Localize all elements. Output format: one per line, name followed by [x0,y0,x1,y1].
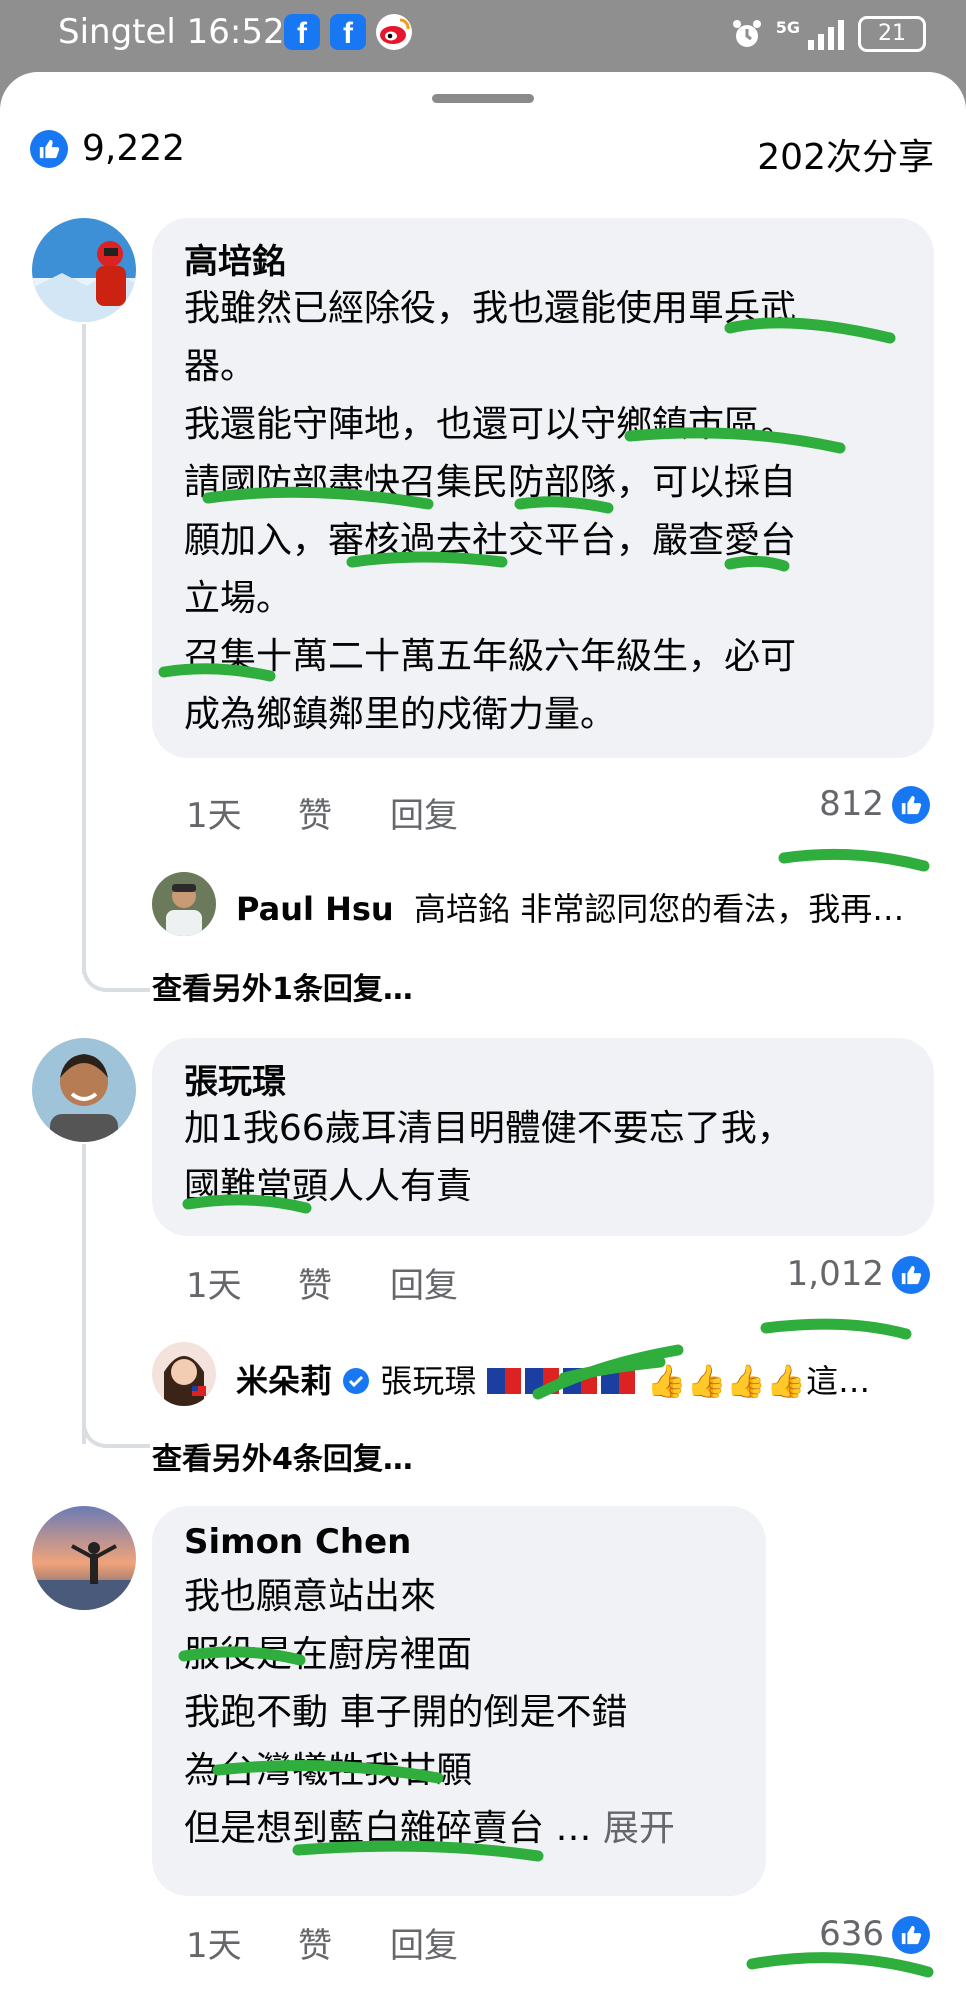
reply-button[interactable]: 回复 [390,1258,458,1307]
shares-count[interactable]: 202次分享 [757,128,934,180]
signal-icon [808,20,844,50]
comment-text: 我也願意站出來 服役是在廚房裡面 我跑不動 車子開的倒是不錯 為台灣犧牲我甘願 … [184,1568,764,1858]
verified-badge-icon [343,1368,370,1394]
comment-author[interactable]: 高培銘 [184,234,286,283]
reply-button[interactable]: 回复 [390,1918,458,1967]
reply-preview[interactable]: 米朵莉 張玩璟 👍👍👍👍這… [236,1356,926,1402]
facebook-icon: f [330,14,366,50]
comment-time: 1天 [186,796,242,836]
view-more-replies[interactable]: 查看另外1条回复… [152,964,413,1008]
comment-likes[interactable]: 1,012 [760,1254,884,1294]
reply-target[interactable]: 張玩璟 [380,1362,476,1400]
comment-text: 我雖然已經除役，我也還能使用單兵武 器。 我還能守陣地，也還可以守鄉鎮市區。 請… [184,288,797,735]
battery-indicator: 21 [858,16,926,52]
weibo-icon [376,14,412,50]
avatar[interactable] [32,1038,136,1142]
reply-preview[interactable]: Paul Hsu 高培銘 非常認同您的看法，我再… [236,884,926,930]
like-button[interactable]: 赞 [298,788,332,837]
comment-time: 1天 [186,1926,242,1966]
status-right: 5G 21 [730,14,926,54]
reply-text: 👍👍👍👍這… [646,1362,871,1400]
like-button[interactable]: 赞 [298,1918,332,1967]
comment-bubble: 張玩璟 加1我66歲耳清目明體健不要忘了我， 國難當頭人人有責 [152,1038,934,1236]
like-icon [892,1256,930,1294]
status-bar: Singtel 16:52 f f 5G 21 [0,0,966,70]
network-label: 5G [775,17,800,37]
avatar[interactable] [152,872,216,936]
thread-line [82,902,150,992]
reply-author[interactable]: Paul Hsu [236,890,394,928]
like-button[interactable]: 赞 [298,1258,332,1307]
view-more-replies[interactable]: 查看另外4条回复… [152,1434,413,1478]
drag-handle[interactable] [432,94,534,103]
avatar[interactable] [32,218,136,322]
total-likes[interactable]: 9,222 [82,128,185,169]
comment-body: 我也願意站出來 服役是在廚房裡面 我跑不動 車子開的倒是不錯 為台灣犧牲我甘願 … [184,1576,628,1849]
comment-author[interactable]: 張玩璟 [184,1054,286,1103]
reply-button[interactable]: 回复 [390,788,458,837]
thread-line [82,324,86,974]
comment-time: 1天 [186,1266,242,1306]
comment-likes[interactable]: 812 [760,784,884,824]
like-icon [892,1916,930,1954]
flag-emoji-icon [486,1368,637,1394]
reply-author[interactable]: 米朵莉 [236,1362,332,1400]
expand-link[interactable]: 展开 [603,1808,675,1849]
like-icon [892,786,930,824]
carrier-time: Singtel 16:52 [58,12,285,52]
thread-line [82,1372,150,1448]
comment-text: 加1我66歲耳清目明體健不要忘了我， 國難當頭人人有責 [184,1108,793,1207]
alarm-icon [732,20,761,47]
comment-likes[interactable]: 636 [760,1914,884,1954]
comments-sheet: 9,222 202次分享 高培銘 我雖然已經除役，我也還能使用單兵武 器。 我還… [0,72,966,2008]
comment-author[interactable]: Simon Chen [184,1522,411,1562]
comment-bubble: 高培銘 我雖然已經除役，我也還能使用單兵武 器。 我還能守陣地，也還可以守鄉鎮市… [152,218,934,758]
avatar[interactable] [32,1506,136,1610]
comment-bubble: Simon Chen 我也願意站出來 服役是在廚房裡面 我跑不動 車子開的倒是不… [152,1506,766,1896]
facebook-icon: f [284,14,320,50]
like-icon [30,130,68,168]
avatar[interactable] [152,1342,216,1406]
reply-text: 高培銘 非常認同您的看法，我再… [414,890,905,928]
